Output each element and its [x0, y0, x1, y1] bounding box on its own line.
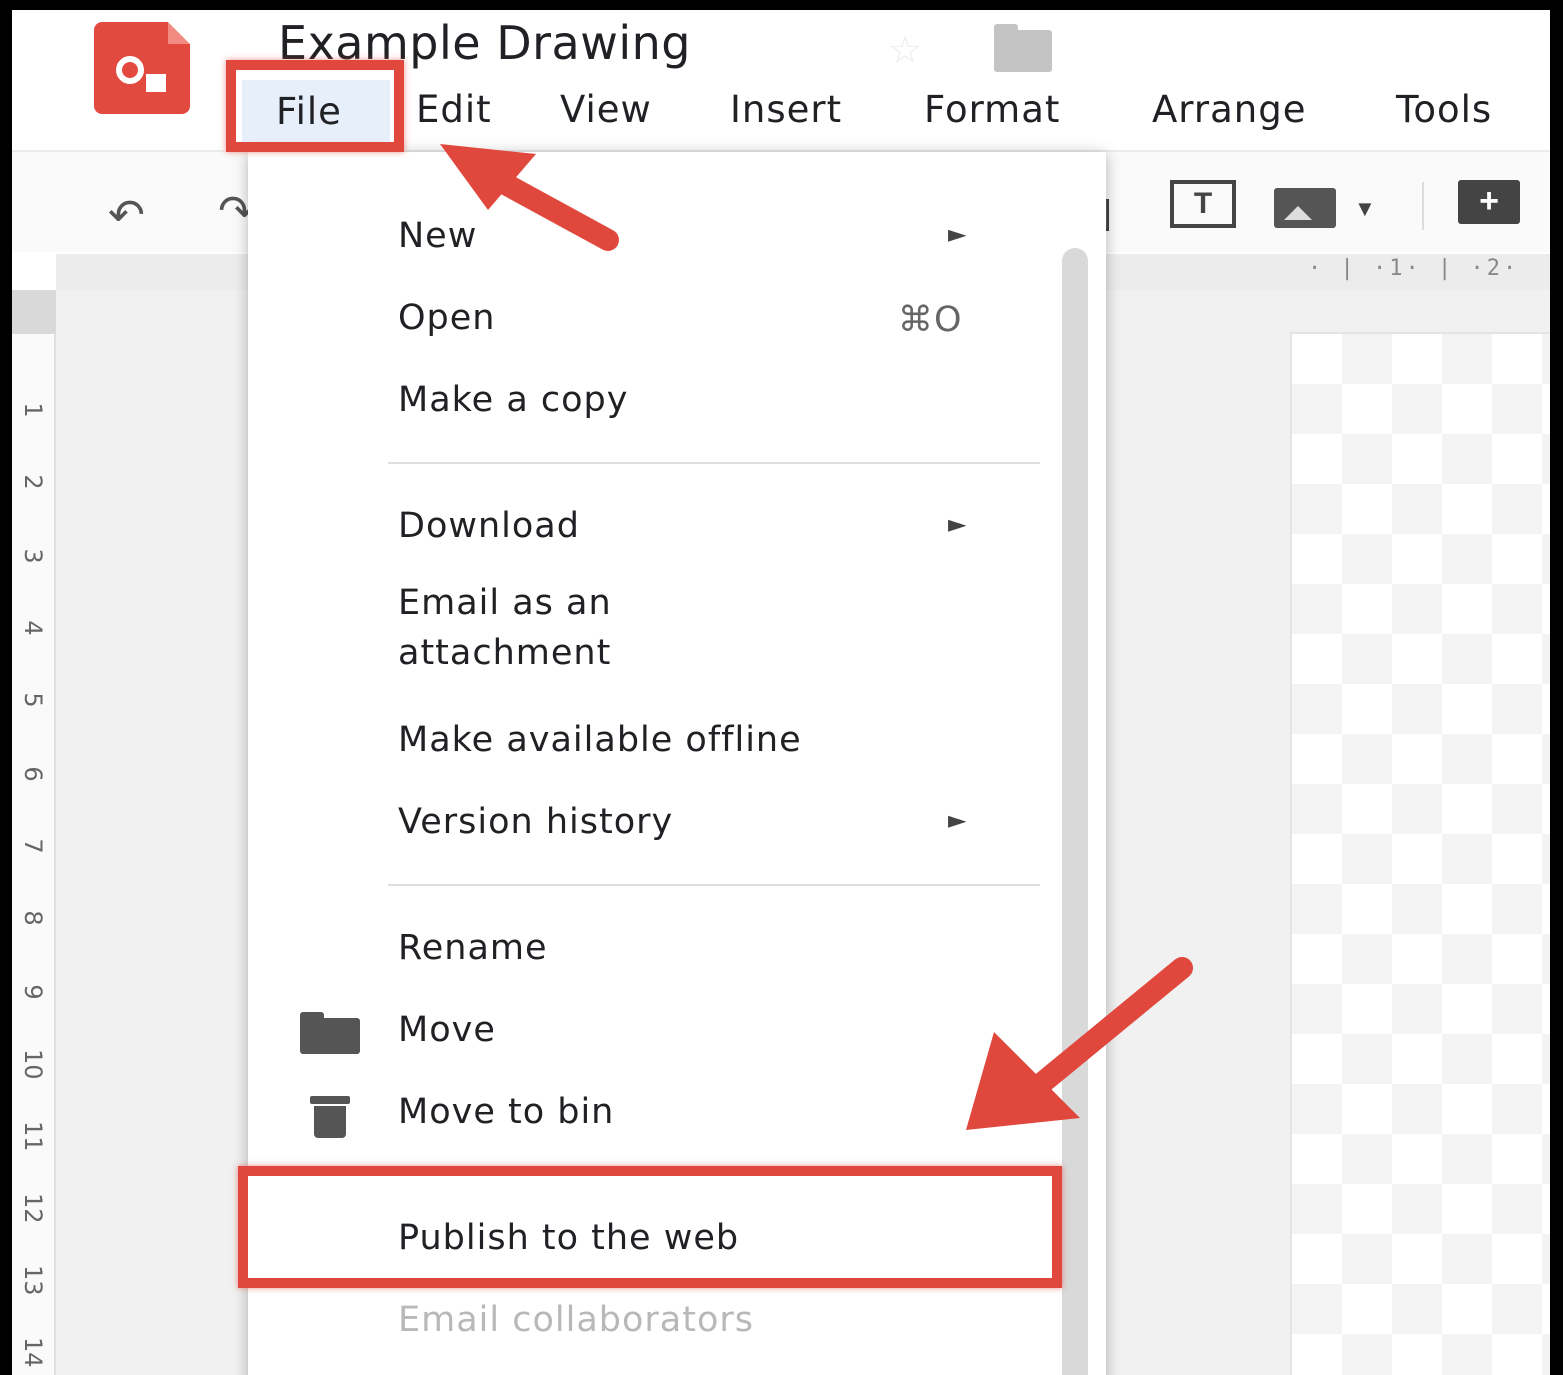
menu-item-offline[interactable]: Make available offline — [248, 706, 1054, 776]
menu-item-label-line: attachment — [398, 633, 612, 673]
menu-item-label: Make a copy — [398, 380, 629, 420]
vertical-ruler-corner — [12, 290, 56, 334]
undo-icon[interactable]: ↶ — [108, 190, 145, 241]
comment-add-icon[interactable]: + — [1458, 180, 1520, 224]
menu-item-label: Email as an attachment — [398, 578, 612, 678]
menu-item-email-attachment[interactable]: Email as an attachment — [248, 574, 1054, 694]
menu-separator — [388, 884, 1040, 886]
menu-item-label-line: Email as an — [398, 583, 612, 623]
menu-item-move[interactable]: Move — [248, 996, 1054, 1066]
menu-item-label: Move — [398, 1010, 496, 1050]
vertical-ruler: 1 2 3 4 5 6 7 8 9 10 11 12 13 14 — [12, 290, 56, 1375]
menu-item-label: Open — [398, 298, 496, 338]
menu-format[interactable]: Format — [924, 88, 1060, 131]
ruler-tick: 13 — [19, 1265, 47, 1296]
move-folder-icon — [300, 1012, 360, 1054]
drawing-canvas[interactable] — [1290, 332, 1550, 1375]
menu-item-new[interactable]: New ► — [248, 202, 1054, 272]
menu-item-rename[interactable]: Rename — [248, 914, 1054, 984]
ruler-tick: 8 — [19, 910, 47, 926]
menu-item-label: Download — [398, 506, 580, 546]
shortcut-hint: ⌘O — [898, 300, 963, 340]
menu-item-download[interactable]: Download ► — [248, 492, 1054, 562]
ruler-tick: 5 — [19, 692, 47, 708]
bin-lid — [310, 1096, 350, 1104]
ruler-tick: 3 — [19, 548, 47, 564]
chevron-down-icon[interactable]: ▼ — [1354, 196, 1376, 222]
menu-insert[interactable]: Insert — [730, 88, 842, 131]
menu-item-label: Email collaborators — [398, 1300, 755, 1340]
menu-item-label: Rename — [398, 928, 548, 968]
menu-item-make-copy[interactable]: Make a copy — [248, 366, 1054, 436]
ruler-tick: 12 — [19, 1193, 47, 1224]
menu-item-label: Move to bin — [398, 1092, 615, 1132]
submenu-arrow-icon: ► — [948, 806, 968, 834]
ruler-tick: 1 — [19, 402, 47, 418]
ruler-tick: 10 — [19, 1049, 47, 1080]
menu-item-label: Version history — [398, 802, 674, 842]
toolbar-separator — [1422, 182, 1424, 230]
star-icon[interactable]: ☆ — [888, 28, 922, 73]
menu-view[interactable]: View — [560, 88, 652, 131]
menu-scrollbar[interactable] — [1062, 248, 1088, 1375]
file-highlight-box — [226, 60, 404, 152]
menu-tools[interactable]: Tools — [1396, 88, 1492, 131]
annotation-arrow-icon — [966, 957, 1193, 1130]
publish-highlight-box — [238, 1166, 1062, 1288]
menu-item-move-to-bin[interactable]: Move to bin — [248, 1078, 1054, 1148]
menu-separator — [388, 462, 1040, 464]
menu-edit[interactable]: Edit — [416, 88, 492, 131]
ruler-tick: 11 — [19, 1121, 47, 1152]
menu-arrange[interactable]: Arrange — [1152, 88, 1306, 131]
submenu-arrow-icon: ► — [948, 510, 968, 538]
menu-item-email-collaborators: Email collaborators — [248, 1286, 1054, 1356]
horizontal-ruler-labels: · | ·1· | ·2· — [1308, 256, 1520, 281]
bin-icon — [310, 1096, 350, 1140]
textbox-icon[interactable]: T — [1170, 180, 1236, 228]
ruler-tick: 7 — [19, 838, 47, 854]
ruler-tick: 6 — [19, 766, 47, 782]
submenu-arrow-icon: ► — [948, 220, 968, 248]
logo-fold — [168, 22, 190, 44]
image-icon[interactable] — [1274, 188, 1336, 228]
menu-item-open[interactable]: Open ⌘O — [248, 284, 1054, 354]
ruler-tick: 2 — [19, 474, 47, 490]
bin-can — [314, 1106, 346, 1138]
menu-item-version-history[interactable]: Version history ► — [248, 788, 1054, 858]
ruler-tick: 14 — [19, 1337, 47, 1368]
app-window: Example Drawing ☆ File Edit View Insert … — [12, 10, 1550, 1375]
folder-icon[interactable] — [994, 24, 1052, 72]
ruler-tick: 9 — [19, 984, 47, 1000]
ruler-tick: 4 — [19, 620, 47, 636]
menu-item-label: Make available offline — [398, 720, 802, 760]
annotation-arrow-icon — [440, 144, 619, 251]
